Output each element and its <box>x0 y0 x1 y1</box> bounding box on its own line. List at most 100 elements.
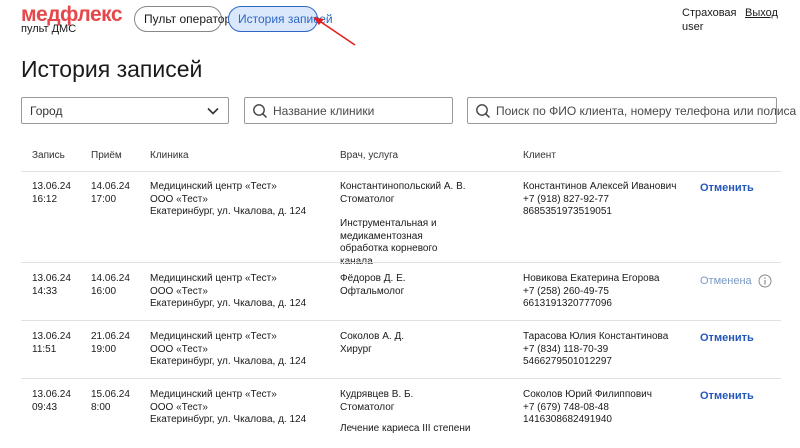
client-name: Новикова Екатерина Егорова <box>523 273 660 284</box>
doctor-name: Кудрявцев В. Б. <box>340 389 414 400</box>
appointment-date: 15.06.24 <box>91 389 130 400</box>
search-icon <box>476 104 491 119</box>
appointment-cell: 14.06.24 17:00 <box>91 181 147 206</box>
record-cell: 13.06.24 09:43 <box>32 389 88 414</box>
client-phone: +7 (258) 260-49-75 <box>523 285 609 297</box>
client-name: Соколов Юрий Филиппович <box>523 389 652 400</box>
action-cell: Отменить <box>700 181 790 195</box>
red-arrow-icon <box>313 17 356 46</box>
status-badge: Отменена <box>700 275 752 287</box>
appointment-date: 14.06.24 <box>91 273 130 284</box>
client-search-input[interactable]: Поиск по ФИО клиента, номеру телефона ил… <box>467 97 796 124</box>
record-time: 16:12 <box>32 193 58 205</box>
clinic-name: Медицинский центр «Тест» <box>150 331 277 342</box>
record-date: 13.06.24 <box>32 389 71 400</box>
cancel-button[interactable]: Отменить <box>700 182 754 194</box>
clinic-search-placeholder: Название клиники <box>273 104 375 118</box>
doctor-specialty: Хирург <box>340 343 372 355</box>
record-time: 11:51 <box>32 343 57 355</box>
record-cell: 13.06.24 16:12 <box>32 181 88 206</box>
appointment-cell: 21.06.24 19:00 <box>91 331 147 356</box>
service-name: Инструментальная и медикаментозная обраб… <box>340 218 438 267</box>
cancel-button[interactable]: Отменить <box>700 390 754 402</box>
nav-operator-console-button[interactable]: Пульт оператора <box>134 6 238 32</box>
clinic-address: Екатеринбург, ул. Чкалова, д. 124 <box>150 356 307 367</box>
doctor-specialty: Стоматолог <box>340 401 395 413</box>
logout-link[interactable]: Выход <box>745 6 778 20</box>
client-search-placeholder: Поиск по ФИО клиента, номеру телефона ил… <box>496 104 797 118</box>
logo[interactable]: медфлекс пульт ДМС <box>21 4 123 35</box>
header-record: Запись <box>32 150 65 161</box>
clinic-org: ООО «Тест» <box>150 193 208 205</box>
user-name: user <box>682 21 704 33</box>
action-cell: Отменить <box>700 389 790 403</box>
doctor-name: Фёдоров Д. Е. <box>340 273 406 284</box>
doctor-cell: Константинопольский А. В. Стоматолог Инс… <box>340 181 520 268</box>
chevron-down-icon <box>207 107 219 115</box>
client-cell: Константинов Алексей Иванович +7 (918) 8… <box>523 181 695 219</box>
clinic-org: ООО «Тест» <box>150 285 208 297</box>
doctor-cell: Фёдоров Д. Е. Офтальмолог <box>340 273 520 298</box>
action-cell: Отменена <box>700 274 790 288</box>
client-cell: Соколов Юрий Филиппович +7 (679) 748-08-… <box>523 389 695 427</box>
doctor-name: Соколов А. Д. <box>340 331 404 342</box>
appointment-date: 14.06.24 <box>91 181 130 192</box>
cancel-button[interactable]: Отменить <box>700 332 754 344</box>
clinic-name: Медицинский центр «Тест» <box>150 181 277 192</box>
doctor-cell: Кудрявцев В. Б. Стоматолог Лечение карие… <box>340 389 520 436</box>
clinic-org: ООО «Тест» <box>150 401 208 413</box>
client-policy: 1416308682491940 <box>523 414 612 425</box>
appointment-time: 19:00 <box>91 343 117 355</box>
appointment-time: 17:00 <box>91 193 117 205</box>
appointment-date: 21.06.24 <box>91 331 130 342</box>
client-cell: Новикова Екатерина Егорова +7 (258) 260-… <box>523 273 695 311</box>
clinic-search-input[interactable]: Название клиники <box>244 97 453 124</box>
clinic-address: Екатеринбург, ул. Чкалова, д. 124 <box>150 298 307 309</box>
search-icon <box>253 104 268 119</box>
doctor-specialty: Стоматолог <box>340 193 395 205</box>
clinic-cell: Медицинский центр «Тест» ООО «Тест» Екат… <box>150 389 335 427</box>
header-clinic: Клиника <box>150 150 189 161</box>
user-info: Страховая user <box>682 6 742 34</box>
user-org: Страховая <box>682 7 737 19</box>
action-cell: Отменить <box>700 331 790 345</box>
doctor-cell: Соколов А. Д. Хирург <box>340 331 520 356</box>
service-name: Лечение кариеса III степени <box>340 423 471 434</box>
city-select-value: Город <box>30 104 63 118</box>
divider <box>21 171 781 172</box>
clinic-cell: Медицинский центр «Тест» ООО «Тест» Екат… <box>150 273 335 311</box>
clinic-address: Екатеринбург, ул. Чкалова, д. 124 <box>150 414 307 425</box>
record-time: 09:43 <box>32 401 58 413</box>
header-client: Клиент <box>523 150 556 161</box>
doctor-name: Константинопольский А. В. <box>340 181 466 192</box>
divider <box>21 320 781 321</box>
client-phone: +7 (679) 748-08-48 <box>523 401 609 413</box>
appointment-cell: 14.06.24 16:00 <box>91 273 147 298</box>
appointment-time: 8:00 <box>91 401 111 413</box>
record-cell: 13.06.24 11:51 <box>32 331 88 356</box>
client-name: Тарасова Юлия Константинова <box>523 331 669 342</box>
client-cell: Тарасова Юлия Константинова +7 (834) 118… <box>523 331 695 369</box>
client-policy: 5466279501012297 <box>523 356 612 367</box>
record-cell: 13.06.24 14:33 <box>32 273 88 298</box>
clinic-name: Медицинский центр «Тест» <box>150 273 277 284</box>
clinic-cell: Медицинский центр «Тест» ООО «Тест» Екат… <box>150 331 335 369</box>
header-appointment: Приём <box>91 150 122 161</box>
divider <box>21 262 781 263</box>
clinic-cell: Медицинский центр «Тест» ООО «Тест» Екат… <box>150 181 335 219</box>
appointment-cell: 15.06.24 8:00 <box>91 389 147 414</box>
info-icon[interactable] <box>758 274 772 288</box>
page-title: История записей <box>21 56 203 82</box>
record-date: 13.06.24 <box>32 273 71 284</box>
header-doctor: Врач, услуга <box>340 150 399 161</box>
clinic-address: Екатеринбург, ул. Чкалова, д. 124 <box>150 206 307 217</box>
clinic-org: ООО «Тест» <box>150 343 208 355</box>
city-select[interactable]: Город <box>21 97 229 124</box>
client-policy: 6613191320777096 <box>523 298 612 309</box>
record-time: 14:33 <box>32 285 58 297</box>
client-phone: +7 (918) 827-92-77 <box>523 193 609 205</box>
doctor-specialty: Офтальмолог <box>340 285 405 297</box>
client-name: Константинов Алексей Иванович <box>523 181 677 192</box>
record-date: 13.06.24 <box>32 181 71 192</box>
nav-history-button[interactable]: История записей <box>228 6 333 32</box>
